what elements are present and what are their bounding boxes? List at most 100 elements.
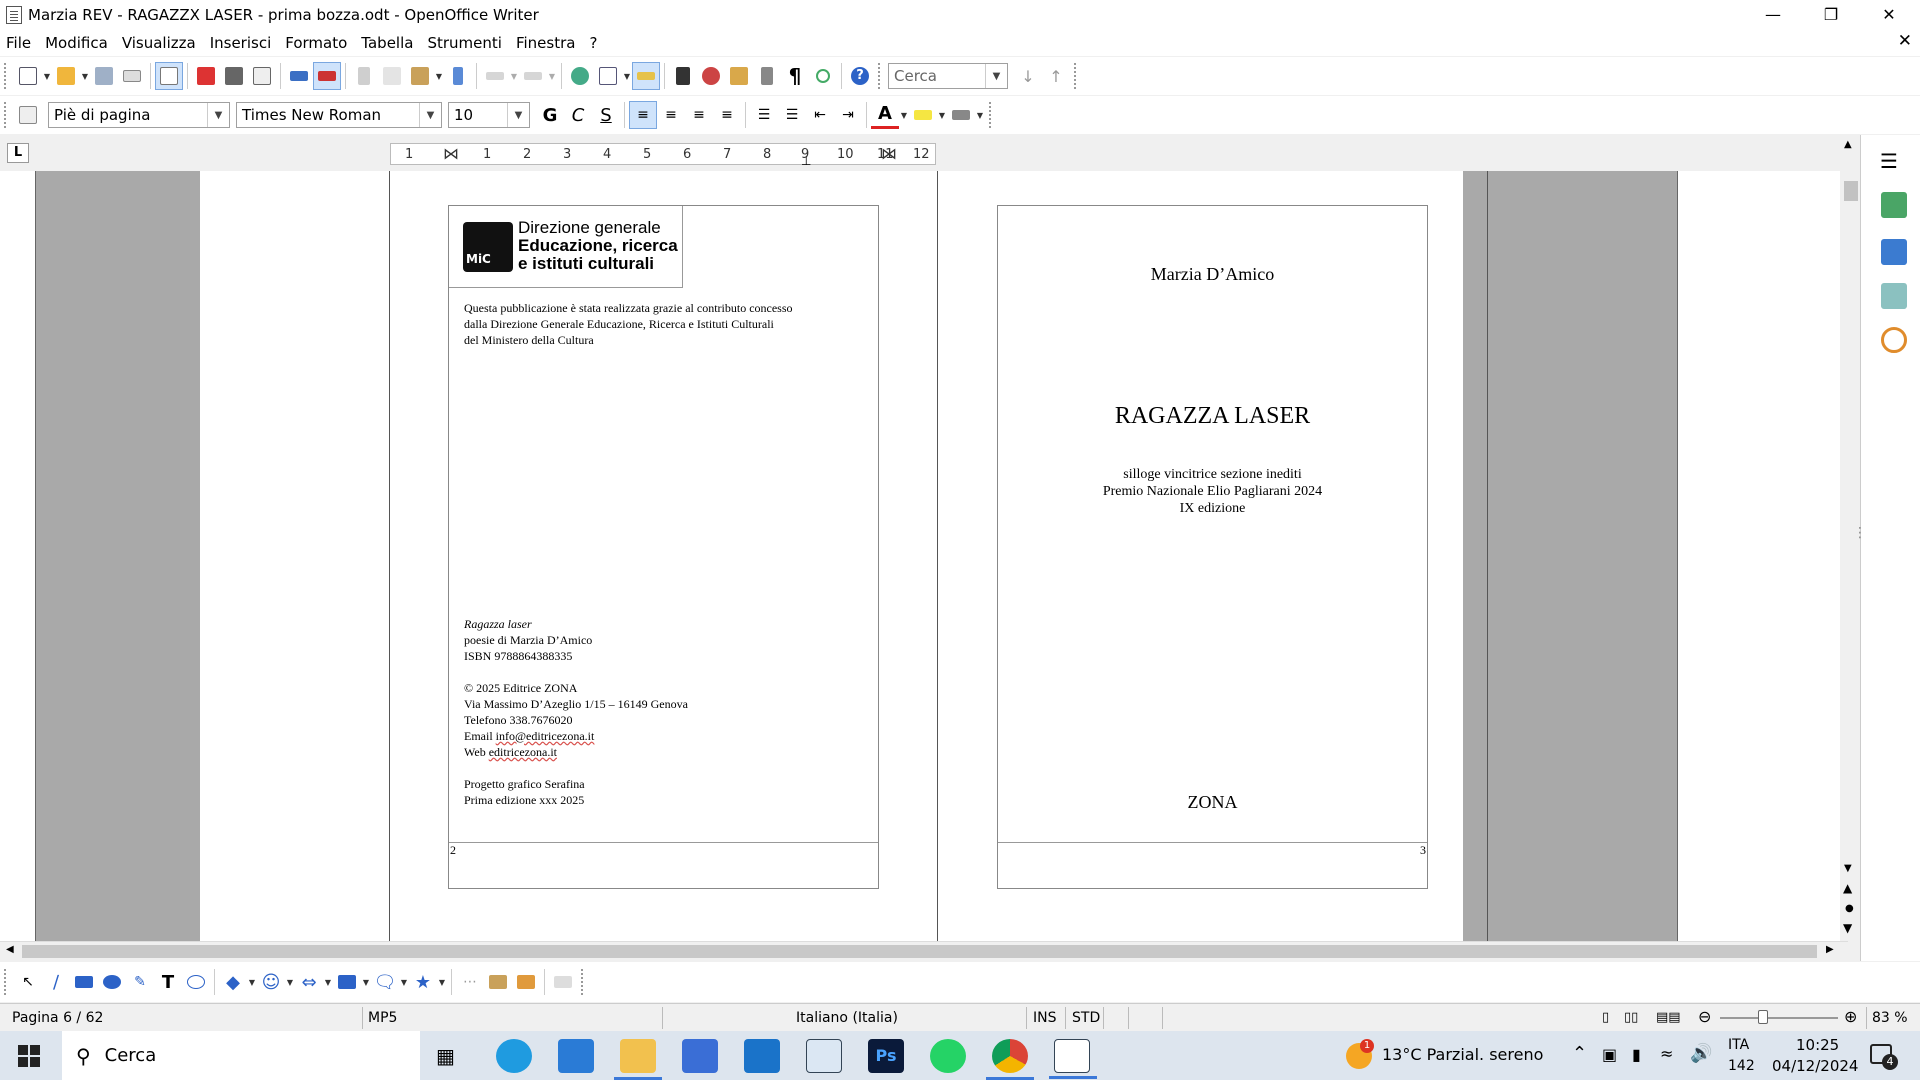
points-icon[interactable]: ⋯ bbox=[456, 968, 484, 996]
publisher-app-icon[interactable] bbox=[806, 1039, 842, 1073]
text-tool-icon[interactable]: T bbox=[154, 968, 182, 996]
font-size-dropdown-icon[interactable]: ▼ bbox=[507, 103, 529, 127]
previous-page-icon[interactable]: ▲ bbox=[1843, 881, 1852, 895]
flowchart-dropdown-icon[interactable]: ▼ bbox=[361, 978, 371, 987]
show-hidden-icons-icon[interactable]: ⌃ bbox=[1572, 1043, 1587, 1064]
find-previous-icon[interactable]: ↑ bbox=[1042, 62, 1070, 90]
weather-text[interactable]: 13°C Parzial. sereno bbox=[1382, 1045, 1543, 1064]
table-icon[interactable] bbox=[594, 62, 622, 90]
highlighting-dropdown-icon[interactable]: ▼ bbox=[937, 111, 947, 120]
new-document-icon[interactable] bbox=[14, 62, 42, 90]
task-view-icon[interactable]: ▦ bbox=[436, 1044, 455, 1068]
web-link[interactable]: editricezona.it bbox=[489, 745, 557, 759]
highlighting-icon[interactable] bbox=[909, 101, 937, 129]
styles-formatting-icon[interactable] bbox=[14, 101, 42, 129]
stars-dropdown-icon[interactable]: ▼ bbox=[437, 978, 447, 987]
language-status[interactable]: Italiano (Italia) bbox=[796, 1010, 898, 1026]
mail-icon[interactable] bbox=[558, 1039, 594, 1073]
line-tool-icon[interactable]: ∕ bbox=[42, 968, 70, 996]
from-file-icon[interactable] bbox=[512, 968, 540, 996]
callout-tool-icon[interactable] bbox=[182, 968, 210, 996]
zoom-icon[interactable] bbox=[809, 62, 837, 90]
font-color-dropdown-icon[interactable]: ▼ bbox=[899, 111, 909, 120]
zoom-slider[interactable] bbox=[1720, 1017, 1838, 1019]
undo-dropdown-icon[interactable]: ▼ bbox=[509, 72, 519, 81]
openoffice-writer-taskbar-icon[interactable] bbox=[1049, 1039, 1097, 1079]
input-language[interactable]: ITA bbox=[1728, 1037, 1749, 1053]
page-footer[interactable]: 2 bbox=[449, 842, 878, 890]
formatting-marks-icon[interactable]: ¶ bbox=[781, 62, 809, 90]
page-style-status[interactable]: MP5 bbox=[368, 1010, 397, 1026]
paragraph-style-dropdown-icon[interactable]: ▼ bbox=[207, 103, 229, 127]
justify-icon[interactable]: ≡ bbox=[713, 101, 741, 129]
spellcheck-icon[interactable] bbox=[285, 62, 313, 90]
whatsapp-icon[interactable] bbox=[930, 1039, 966, 1073]
windows-start-icon[interactable] bbox=[18, 1045, 40, 1067]
copy-icon[interactable] bbox=[378, 62, 406, 90]
menu-tabella[interactable]: Tabella bbox=[361, 34, 413, 52]
basic-shapes-dropdown-icon[interactable]: ▼ bbox=[247, 978, 257, 987]
clock-time[interactable]: 10:25 bbox=[1796, 1036, 1839, 1054]
horizontal-scroll-thumb[interactable] bbox=[22, 945, 1817, 958]
numbering-icon[interactable]: ☰ bbox=[750, 101, 778, 129]
select-arrow-icon[interactable]: ↖ bbox=[14, 968, 42, 996]
cut-icon[interactable] bbox=[350, 62, 378, 90]
font-color-icon[interactable]: A bbox=[871, 101, 899, 129]
battery-icon[interactable]: ▮ bbox=[1632, 1045, 1641, 1064]
paragraph-style-combobox[interactable]: Piè di pagina ▼ bbox=[48, 102, 230, 128]
selection-mode-status[interactable]: STD bbox=[1072, 1010, 1100, 1026]
page-footer[interactable]: 3 bbox=[998, 842, 1427, 890]
increase-indent-icon[interactable]: ⇥ bbox=[834, 101, 862, 129]
styles-icon[interactable] bbox=[1881, 239, 1907, 265]
menu-modifica[interactable]: Modifica bbox=[45, 34, 108, 52]
clock-date[interactable]: 04/12/2024 bbox=[1772, 1057, 1858, 1075]
tab-stop-selector[interactable]: L bbox=[7, 143, 29, 163]
freeform-tool-icon[interactable]: ✎ bbox=[126, 968, 154, 996]
underline-icon[interactable]: S bbox=[592, 101, 620, 129]
email-link[interactable]: info@editricezona.it bbox=[496, 729, 595, 743]
data-sources-icon[interactable] bbox=[753, 62, 781, 90]
insert-mode-status[interactable]: INS bbox=[1033, 1010, 1057, 1026]
single-page-view-icon[interactable]: ▯ bbox=[1602, 1010, 1609, 1025]
find-replace-icon[interactable] bbox=[669, 62, 697, 90]
weather-icon[interactable]: 1 bbox=[1346, 1039, 1374, 1069]
tab-stop-marker-icon[interactable]: ⊥ bbox=[801, 154, 811, 168]
callouts-dropdown-icon[interactable]: ▼ bbox=[399, 978, 409, 987]
draw-functions-icon[interactable] bbox=[632, 62, 660, 90]
menu-file[interactable]: File bbox=[6, 34, 31, 52]
send-email-icon[interactable] bbox=[118, 62, 146, 90]
horizontal-scrollbar[interactable]: ◀ ▶ bbox=[0, 941, 1848, 961]
fontwork-gallery-icon[interactable] bbox=[484, 968, 512, 996]
page-count-status[interactable]: Pagina 6 / 62 bbox=[12, 1010, 103, 1026]
toolbar-grip[interactable] bbox=[4, 102, 8, 128]
extrusion-toggle-icon[interactable] bbox=[549, 968, 577, 996]
background-color-icon[interactable] bbox=[947, 101, 975, 129]
symbol-shapes-dropdown-icon[interactable]: ▼ bbox=[285, 978, 295, 987]
menu-strumenti[interactable]: Strumenti bbox=[427, 34, 501, 52]
vertical-scroll-thumb[interactable] bbox=[1844, 181, 1858, 201]
ellipse-tool-icon[interactable] bbox=[98, 968, 126, 996]
drawing-toolbar-options-icon[interactable] bbox=[581, 969, 585, 995]
book-view-icon[interactable]: ▤▤ bbox=[1656, 1010, 1681, 1025]
font-name-dropdown-icon[interactable]: ▼ bbox=[419, 103, 441, 127]
open-dropdown-icon[interactable]: ▼ bbox=[80, 72, 90, 81]
redo-dropdown-icon[interactable]: ▼ bbox=[547, 72, 557, 81]
block-arrows-icon[interactable]: ⇔ bbox=[295, 968, 323, 996]
callouts-icon[interactable]: 🗨 bbox=[371, 968, 399, 996]
scroll-right-icon[interactable]: ▶ bbox=[1826, 944, 1834, 955]
meet-now-icon[interactable]: ▣ bbox=[1602, 1045, 1617, 1064]
auto-spellcheck-icon[interactable] bbox=[313, 62, 341, 90]
paste-dropdown-icon[interactable]: ▼ bbox=[434, 72, 444, 81]
format-paintbrush-icon[interactable] bbox=[444, 62, 472, 90]
symbol-shapes-icon[interactable]: ☺ bbox=[257, 968, 285, 996]
toolbar-options-icon[interactable] bbox=[878, 63, 882, 89]
photoshop-icon[interactable]: Ps bbox=[868, 1039, 904, 1073]
restore-button[interactable]: ❐ bbox=[1802, 0, 1860, 29]
font-size-value[interactable]: 10 bbox=[454, 106, 473, 124]
multi-page-view-icon[interactable]: ▯▯ bbox=[1624, 1010, 1638, 1025]
close-document-icon[interactable]: ✕ bbox=[1898, 31, 1912, 51]
menu-finestra[interactable]: Finestra bbox=[516, 34, 576, 52]
decrease-indent-icon[interactable]: ⇤ bbox=[806, 101, 834, 129]
zoom-level-status[interactable]: 83 % bbox=[1872, 1010, 1908, 1026]
wifi-icon[interactable]: ≈ bbox=[1660, 1044, 1673, 1063]
